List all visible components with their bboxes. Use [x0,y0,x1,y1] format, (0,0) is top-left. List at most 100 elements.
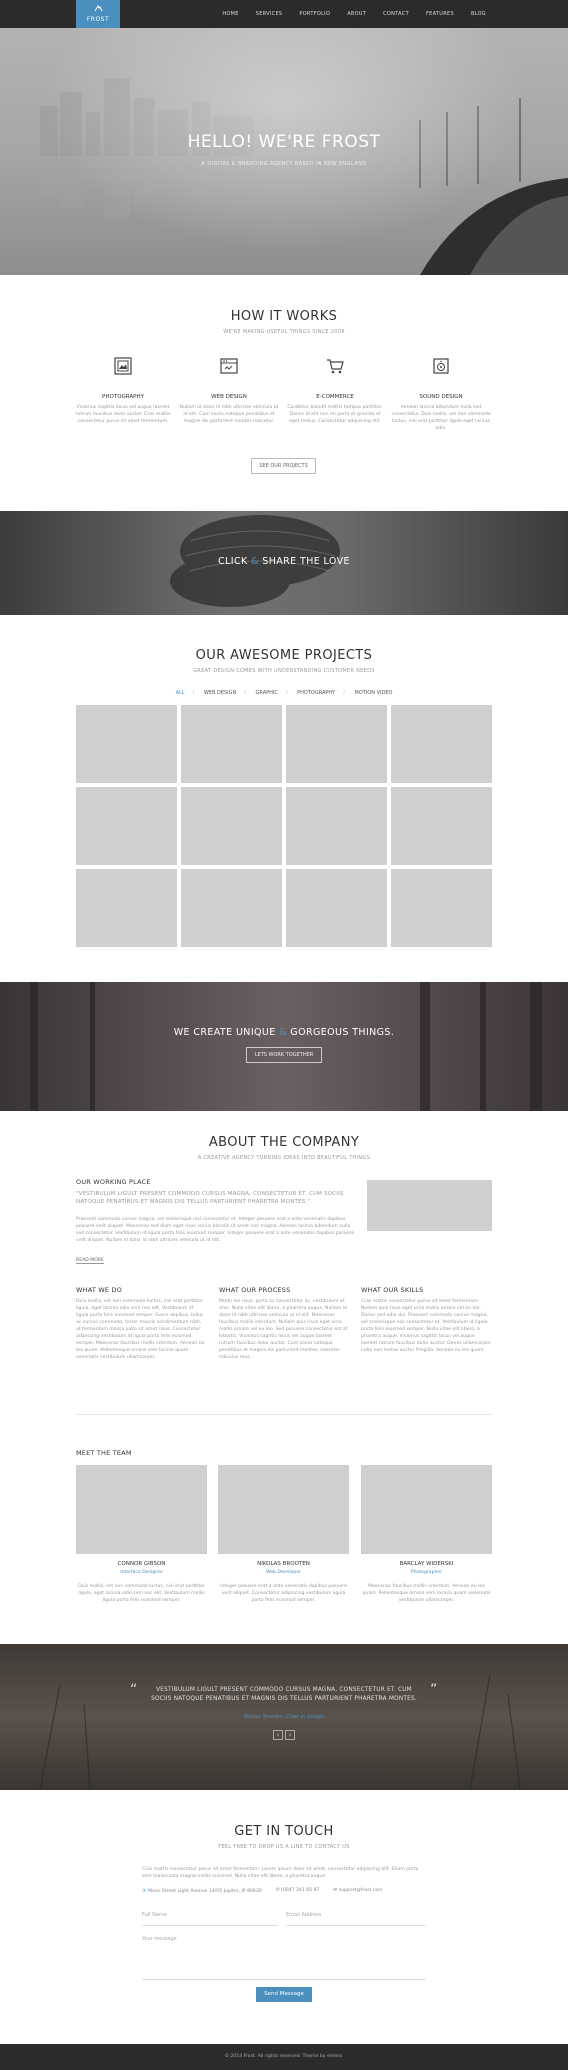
cart-icon [327,359,344,374]
testimonial-author: Nikolas Brooten, Chief at Google [243,1714,325,1720]
service-ecommerce: E-COMMERCE Curabitur blandit mattis temp… [285,357,385,425]
how-subtitle: WE'RE MAKING USEFUL THINGS SINCE 2008 [223,329,345,335]
filter-web-design[interactable]: WEB DESIGN [204,690,236,696]
projects-title: OUR AWESOME PROJECTS [195,648,373,663]
logo[interactable]: FROST [76,0,120,30]
full-name-input[interactable]: Full Name [142,1912,278,1926]
contact-subtitle: FEEL FREE TO DROP US A LINE TO CONTACT U… [218,1844,350,1850]
team-member-role: Photographer [410,1570,443,1575]
filter-graphic[interactable]: GRAPHIC [256,690,278,696]
portfolio-item[interactable] [181,869,282,947]
quote-close-icon: ” [430,1682,438,1698]
email-item[interactable]: ✉ support@frost.com [333,1888,382,1894]
team-photo [218,1465,349,1554]
contact-title: GET IN TOUCH [234,1824,334,1839]
portfolio-item[interactable] [76,705,177,783]
projects-subtitle: GREAT DESIGN COMES WITH UNDERSTANDING CU… [193,668,375,674]
service-desc: Aenean lacinia bibendum nulla sed consec… [391,405,491,431]
lets-work-together-button[interactable]: LETS WORK TOGETHER [246,1047,322,1063]
about-subtitle: A CREATIVE AGENCY TURNING IDEAS INTO BEA… [197,1155,371,1161]
testimonial-next-button[interactable]: › [285,1730,295,1740]
send-message-button[interactable]: Send Message [256,1987,312,2002]
top-navbar: FROST HOME SERVICES PORTFOLIO ABOUT CONT… [0,0,568,30]
filter-photography[interactable]: PHOTOGRAPHY [297,690,335,696]
portfolio-item[interactable] [286,705,387,783]
nav-contact[interactable]: CONTACT [383,11,409,17]
email-address-input[interactable]: Email Address [286,1912,426,1926]
team-photo [361,1465,492,1554]
portfolio-item[interactable] [391,787,492,865]
footer: © 2014 Frost. All rights reserved. Theme… [0,2044,568,2070]
portfolio-item[interactable] [76,787,177,865]
portfolio-item[interactable] [286,869,387,947]
testimonial-quote: VESTIBULUM LIGULT PRESENT COMMODO CURSUS… [151,1687,417,1702]
service-title: E-COMMERCE [316,394,354,400]
working-place-image [367,1180,492,1231]
filter-all[interactable]: ALL [176,690,185,696]
filter-motion-video[interactable]: MOTION VIDEO [355,690,393,696]
what-we-do-text: Duis mollis, est non commodo luctus, nis… [76,1299,205,1360]
logo-text: FROST [86,16,110,23]
working-place-heading: OUR WORKING PLACE [76,1178,151,1186]
create-band: WE CREATE UNIQUE & GORGEOUS THINGS. LETS… [0,982,568,1111]
service-title: PHOTOGRAPHY [102,394,144,400]
working-place-quote: "VESTIBULUM LIGULT PRESENT COMMODO CURSU… [76,1191,344,1205]
location-icon: ⦿ [142,1889,147,1894]
mail-icon: ✉ [333,1888,338,1893]
nav-home[interactable]: HOME [222,11,238,17]
about-title: ABOUT THE COMPANY [208,1135,360,1150]
team-member-bio: Maecenas faucibus mollis interdum. Aenea… [362,1584,491,1603]
quote-open-icon: “ [130,1682,138,1698]
nav-features[interactable]: FEATURES [426,11,454,17]
team-member-role: Interface Designer [120,1570,163,1575]
portfolio-item[interactable] [76,869,177,947]
nav-portfolio[interactable]: PORTFOLIO [299,11,330,17]
portfolio-item[interactable] [181,787,282,865]
share-text[interactable]: CLICK & SHARE THE LOVE [0,556,568,567]
working-place-text: Praesent commodo cursus magna, vel scele… [76,1217,355,1243]
what-we-do-heading: WHAT WE DO [76,1286,123,1294]
team-member-bio: Duis mollis, est non commodo luctus, nis… [78,1584,205,1603]
share-band: CLICK & SHARE THE LOVE [0,511,568,615]
address-item: ⦿ Moon Street Light Avenue 14/05 Jupiter… [142,1889,262,1894]
our-skills-heading: WHAT OUR SKILLS [361,1286,424,1294]
portfolio-item[interactable] [391,869,492,947]
nav-blog[interactable]: BLOG [471,11,486,17]
service-photography: PHOTOGRAPHY Vivamus sagittis lacus vel a… [73,357,173,425]
team-member-bio: Integer posuere erat a ante venenatis da… [220,1584,347,1603]
portfolio-item[interactable] [181,705,282,783]
create-text: WE CREATE UNIQUE & GORGEOUS THINGS. [173,1027,395,1038]
hero-title: HELLO! WE'RE FROST [187,132,381,152]
hero-subtitle: A DIGITAL & BRANDING AGENCY BASED IN NEW… [201,161,367,167]
contact-info-row: ⦿ Moon Street Light Avenue 14/05 Jupiter… [142,1888,383,1894]
portfolio-item[interactable] [286,787,387,865]
service-sound-design: SOUND DESIGN Aenean lacinia bibendum nul… [391,357,491,432]
service-desc: Curabitur blandit mattis tempus porttito… [287,405,383,424]
nav-about[interactable]: ABOUT [347,11,366,17]
read-more-link[interactable]: READ MORE [76,1258,104,1264]
our-skills-text: Cras mattis consectetur purus sit amet f… [361,1299,491,1353]
team-member-name: BARCLAY WIDERSKI [399,1561,454,1567]
speaker-icon [433,358,449,374]
logo-icon [94,5,103,12]
portfolio-grid [76,705,492,947]
contact-text: Cras mattis consectetur purus sit amet f… [142,1867,419,1879]
team-photo [76,1465,207,1554]
see-projects-button[interactable]: SEE OUR PROJECTS [251,458,316,474]
team-member-role: Web Developer [265,1570,302,1575]
portfolio-item[interactable] [391,705,492,783]
team-member-name: CONNOR GIBSON [117,1561,166,1567]
testimonial-band: “ ” VESTIBULUM LIGULT PRESENT COMMODO CU… [0,1644,568,1790]
testimonial-prev-button[interactable]: ‹ [273,1730,283,1740]
message-textarea[interactable]: Your message [142,1936,426,1980]
team-heading: MEET THE TEAM [76,1449,132,1457]
divider [76,1414,492,1415]
service-web-design: WEB DESIGN Nullam id dolor id nibh ultri… [179,357,279,425]
service-title: SOUND DESIGN [419,394,463,400]
team-member-name: NIKOLAS BROOTEN [257,1561,310,1567]
service-desc: Nullam id dolor id nibh ultricies vehicu… [179,405,279,424]
footer-copyright: © 2014 Frost. All rights reserved. Theme… [224,2054,344,2059]
nav-services[interactable]: SERVICES [256,11,283,17]
phone-icon: ✆ [275,1888,280,1893]
portfolio-filters: ALL / WEB DESIGN / GRAPHIC / PHOTOGRAPHY / M… [175,690,393,696]
